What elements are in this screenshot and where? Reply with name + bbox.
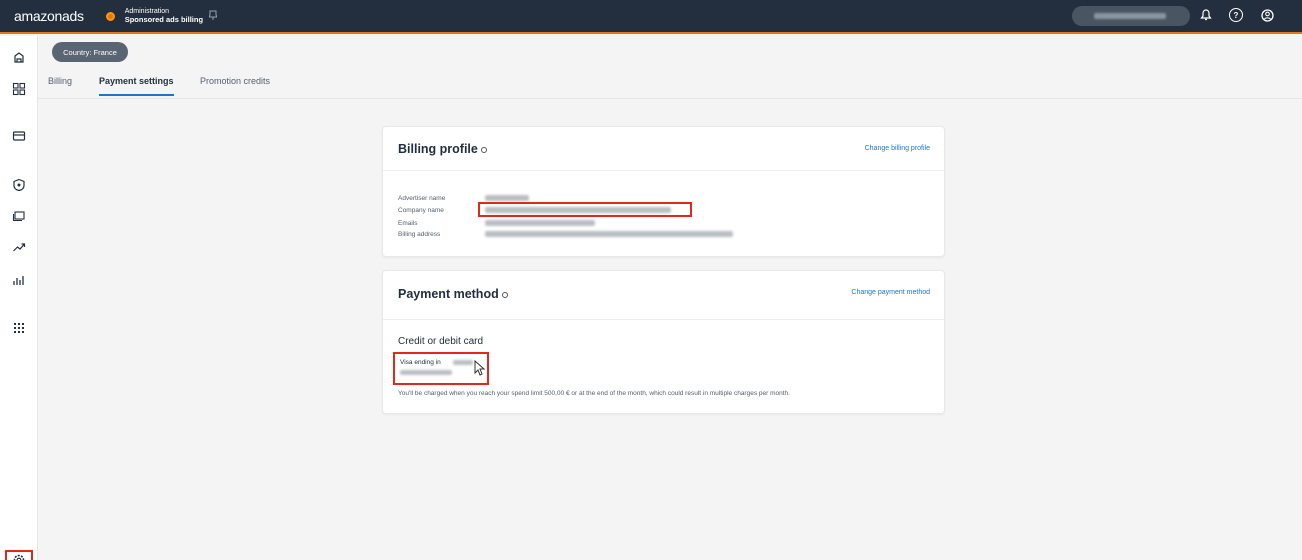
- settings-button[interactable]: [5, 550, 33, 560]
- company-name-highlight: [478, 202, 692, 217]
- breadcrumb-page: Sponsored ads billing: [124, 14, 204, 24]
- bell-icon[interactable]: [1199, 8, 1213, 22]
- emails-value: [485, 220, 595, 226]
- billing-profile-title-text: Billing profile: [398, 142, 478, 156]
- left-navigation-rail: [0, 36, 38, 560]
- brand-icon[interactable]: [11, 177, 27, 193]
- breadcrumb: Administration Sponsored ads billing: [125, 8, 203, 24]
- change-billing-profile-link[interactable]: Change billing profile: [865, 145, 930, 152]
- info-icon[interactable]: [480, 146, 487, 153]
- change-payment-method-link[interactable]: Change payment method: [851, 289, 930, 296]
- billing-address-value: [485, 231, 733, 237]
- company-name-label: Company name: [398, 207, 444, 214]
- advertiser-name-value: [485, 195, 529, 201]
- pin-icon[interactable]: [208, 10, 218, 22]
- billing-address-label: Billing address: [398, 231, 441, 238]
- campaigns-icon[interactable]: [11, 50, 27, 66]
- payment-method-title-text: Payment method: [398, 287, 499, 301]
- billing-profile-title: Billing profile: [398, 142, 487, 156]
- dashboard-icon[interactable]: [11, 81, 27, 97]
- credit-card-heading: Credit or debit card: [398, 336, 484, 347]
- top-navigation-bar: amazonads Administration Sponsored ads b…: [0, 0, 1302, 34]
- media-icon[interactable]: [11, 208, 27, 224]
- payment-method-card: Payment method Change payment method Cre…: [382, 270, 945, 414]
- logo-main-text: amazon: [14, 8, 63, 24]
- tab-billing[interactable]: Billing: [48, 76, 72, 94]
- emails-label: Emails: [398, 220, 418, 227]
- card-divider: [383, 170, 944, 171]
- help-icon[interactable]: ?: [1229, 8, 1243, 22]
- billing-icon[interactable]: [11, 128, 27, 144]
- country-selector[interactable]: Country: France: [52, 42, 128, 62]
- user-icon[interactable]: [1260, 8, 1274, 22]
- settings-icon: [12, 553, 26, 560]
- info-icon[interactable]: [501, 291, 508, 298]
- mouse-cursor-icon: [474, 360, 486, 376]
- account-selector[interactable]: [1072, 6, 1190, 26]
- admin-section-icon: [105, 11, 115, 21]
- growth-icon[interactable]: [11, 239, 27, 255]
- apps-icon[interactable]: [11, 320, 27, 336]
- reports-icon[interactable]: [11, 272, 27, 288]
- card-divider: [383, 319, 944, 320]
- payment-method-title: Payment method: [398, 287, 508, 301]
- advertiser-name-label: Advertiser name: [398, 195, 446, 202]
- charge-note: You'll be charged when you reach your sp…: [398, 390, 790, 397]
- logo-sub-text: ads: [62, 8, 84, 24]
- tab-promotion-credits[interactable]: Promotion credits: [200, 76, 270, 94]
- tab-payment-settings[interactable]: Payment settings: [99, 76, 174, 96]
- tab-divider: [38, 98, 1302, 99]
- amazon-ads-logo[interactable]: amazonads: [14, 8, 84, 24]
- billing-profile-card: Billing profile Change billing profile A…: [382, 126, 945, 257]
